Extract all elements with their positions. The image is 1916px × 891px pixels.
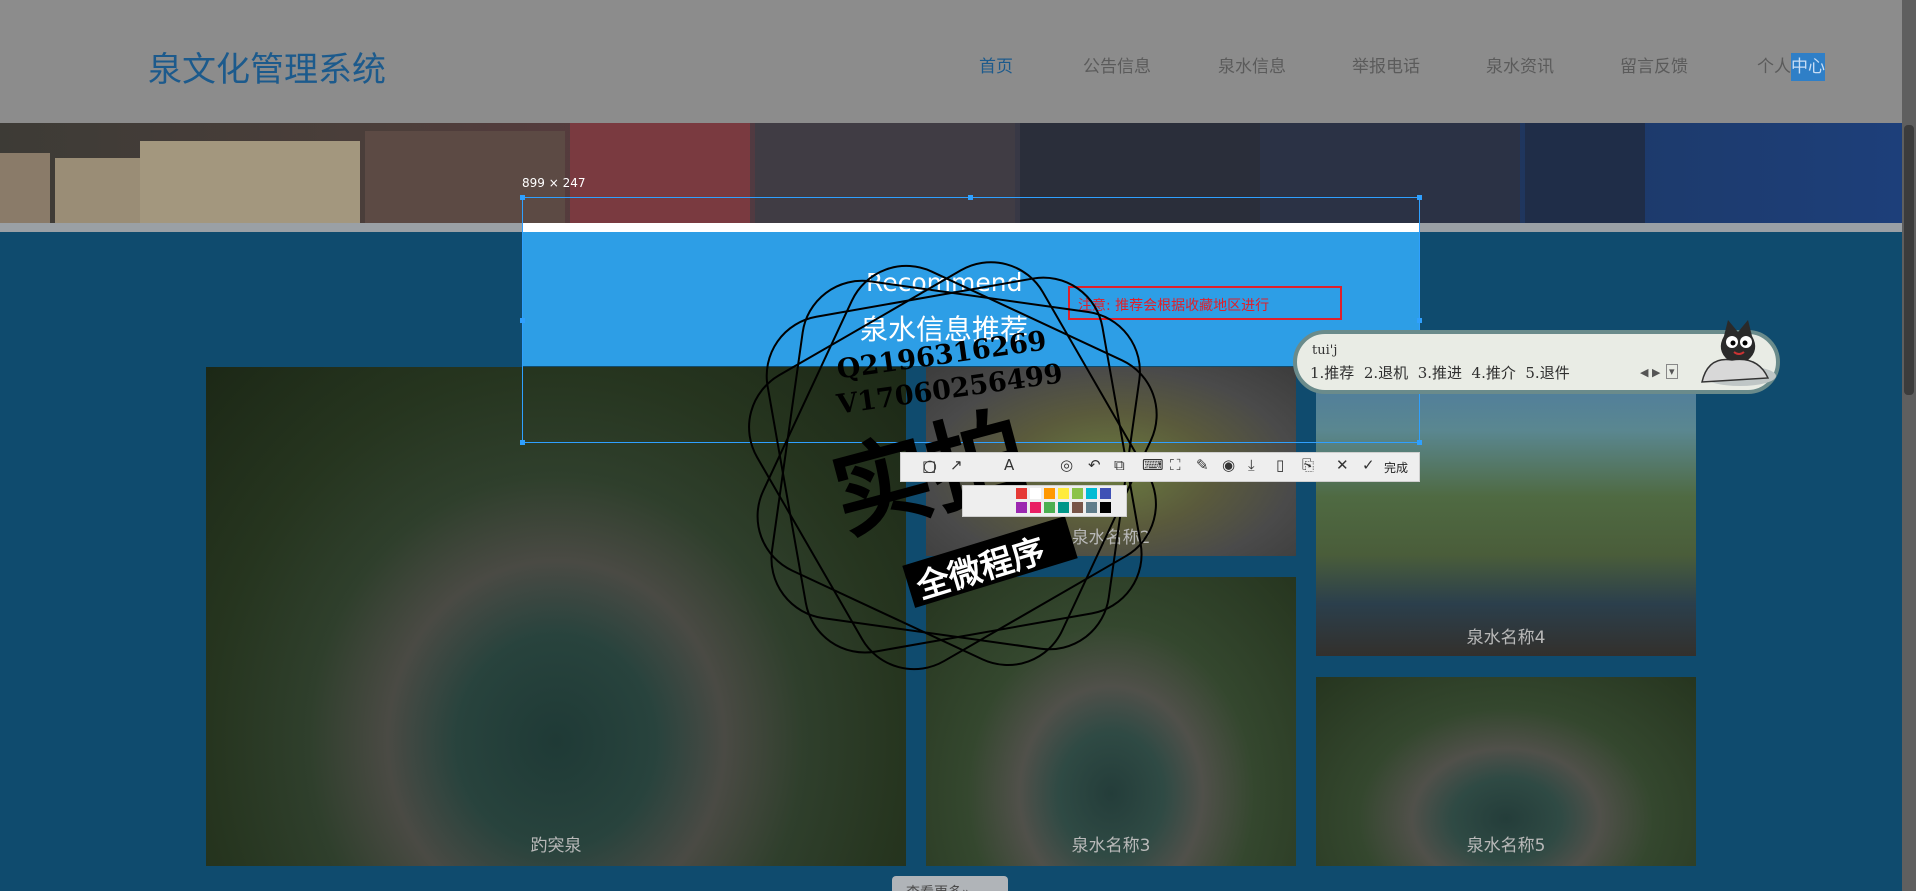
section-title-en: Recommend <box>866 268 1023 297</box>
color-swatch[interactable] <box>1016 488 1027 499</box>
color-swatch[interactable] <box>1030 502 1041 513</box>
card-label: 泉水名称5 <box>1466 836 1546 856</box>
selection-handle[interactable] <box>520 195 525 200</box>
ocr-icon[interactable]: ⧉ <box>1114 456 1125 474</box>
color-swatch[interactable] <box>1058 488 1069 499</box>
site-header: 泉文化管理系统 首页 公告信息 泉水信息 举报电话 泉水资讯 留言反馈 个人中心 <box>0 0 1902 123</box>
selection-handle[interactable] <box>520 318 525 323</box>
ime-candidates[interactable]: 1.推荐 2.退机 3.推进 4.推介 5.退件 <box>1310 362 1570 383</box>
card-image <box>926 577 1296 866</box>
selection-handle[interactable] <box>520 440 525 445</box>
text-tool-icon[interactable]: A <box>1004 456 1014 474</box>
nav-personal-label-b: 中心 <box>1791 53 1825 81</box>
ime-mascot-icon <box>1701 320 1776 386</box>
scrollbar-thumb[interactable] <box>1904 125 1914 395</box>
nav-spring-info[interactable]: 泉水信息 <box>1218 52 1286 77</box>
ime-input-text: tui'j <box>1312 343 1338 358</box>
bookmark-icon[interactable]: ⎘ <box>1302 456 1314 474</box>
record-icon[interactable]: ◉ <box>1222 456 1235 474</box>
color-swatch[interactable] <box>1100 488 1111 499</box>
color-swatch[interactable] <box>1044 502 1055 513</box>
card-label: 趵突泉 <box>530 836 582 856</box>
ime-expand-icon[interactable]: ▾ <box>1666 364 1678 379</box>
selection-handle[interactable] <box>1417 318 1422 323</box>
pin-icon[interactable]: ✎ <box>1196 456 1209 474</box>
scan-icon[interactable]: ⛶ <box>1170 456 1181 474</box>
nav-spring-news[interactable]: 泉水资讯 <box>1486 52 1554 77</box>
ime-prev-icon[interactable]: ◀ <box>1640 366 1648 379</box>
arrow-tool-icon[interactable]: ↗ <box>950 456 963 474</box>
card-spring-3[interactable]: 泉水名称3 <box>926 577 1296 866</box>
color-swatch[interactable] <box>1030 488 1041 499</box>
selection-handle[interactable] <box>1417 440 1422 445</box>
undo-icon[interactable]: ↶ <box>1088 456 1101 474</box>
selection-handle[interactable] <box>968 195 973 200</box>
color-swatch[interactable] <box>1086 502 1097 513</box>
card-label: 泉水名称4 <box>1466 628 1546 648</box>
card-spring-5[interactable]: 泉水名称5 <box>1316 677 1696 866</box>
nav-home[interactable]: 首页 <box>979 52 1013 77</box>
mosaic-tool-icon[interactable]: ◎ <box>1060 456 1073 474</box>
nav-notices[interactable]: 公告信息 <box>1083 52 1151 77</box>
selection-handle[interactable] <box>1417 195 1422 200</box>
recommend-notice: 注意: 推荐会根据收藏地区进行 <box>1068 286 1342 320</box>
translate-icon[interactable]: ⌨ <box>1142 456 1164 474</box>
selection-size-label: 899 × 247 <box>522 176 586 190</box>
nav-personal-label-a: 个人 <box>1757 57 1791 77</box>
close-icon[interactable]: ✕ <box>1336 456 1349 474</box>
nav-personal-center[interactable]: 个人中心 <box>1757 52 1825 81</box>
check-icon[interactable]: ✓ <box>1362 456 1375 474</box>
circle-tool-icon[interactable]: ○ <box>923 456 937 475</box>
color-swatch[interactable] <box>1100 502 1111 513</box>
color-swatch[interactable] <box>1086 488 1097 499</box>
card-label: 泉水名称3 <box>1071 836 1151 856</box>
nav-feedback[interactable]: 留言反馈 <box>1620 52 1688 77</box>
download-icon[interactable]: ⤓ <box>1248 456 1255 474</box>
color-swatch[interactable] <box>1058 502 1069 513</box>
site-title[interactable]: 泉文化管理系统 <box>148 42 386 91</box>
color-swatch[interactable] <box>1016 502 1027 513</box>
phone-icon[interactable]: ▯ <box>1276 456 1284 474</box>
color-swatch[interactable] <box>1072 488 1083 499</box>
done-button[interactable]: 完成 <box>1384 459 1408 476</box>
color-swatch[interactable] <box>1072 502 1083 513</box>
color-swatch[interactable] <box>1044 488 1055 499</box>
ime-next-icon[interactable]: ▶ <box>1652 366 1660 379</box>
nav-report-phone[interactable]: 举报电话 <box>1352 52 1420 77</box>
view-more-button[interactable]: 查看更多» <box>892 876 1008 891</box>
